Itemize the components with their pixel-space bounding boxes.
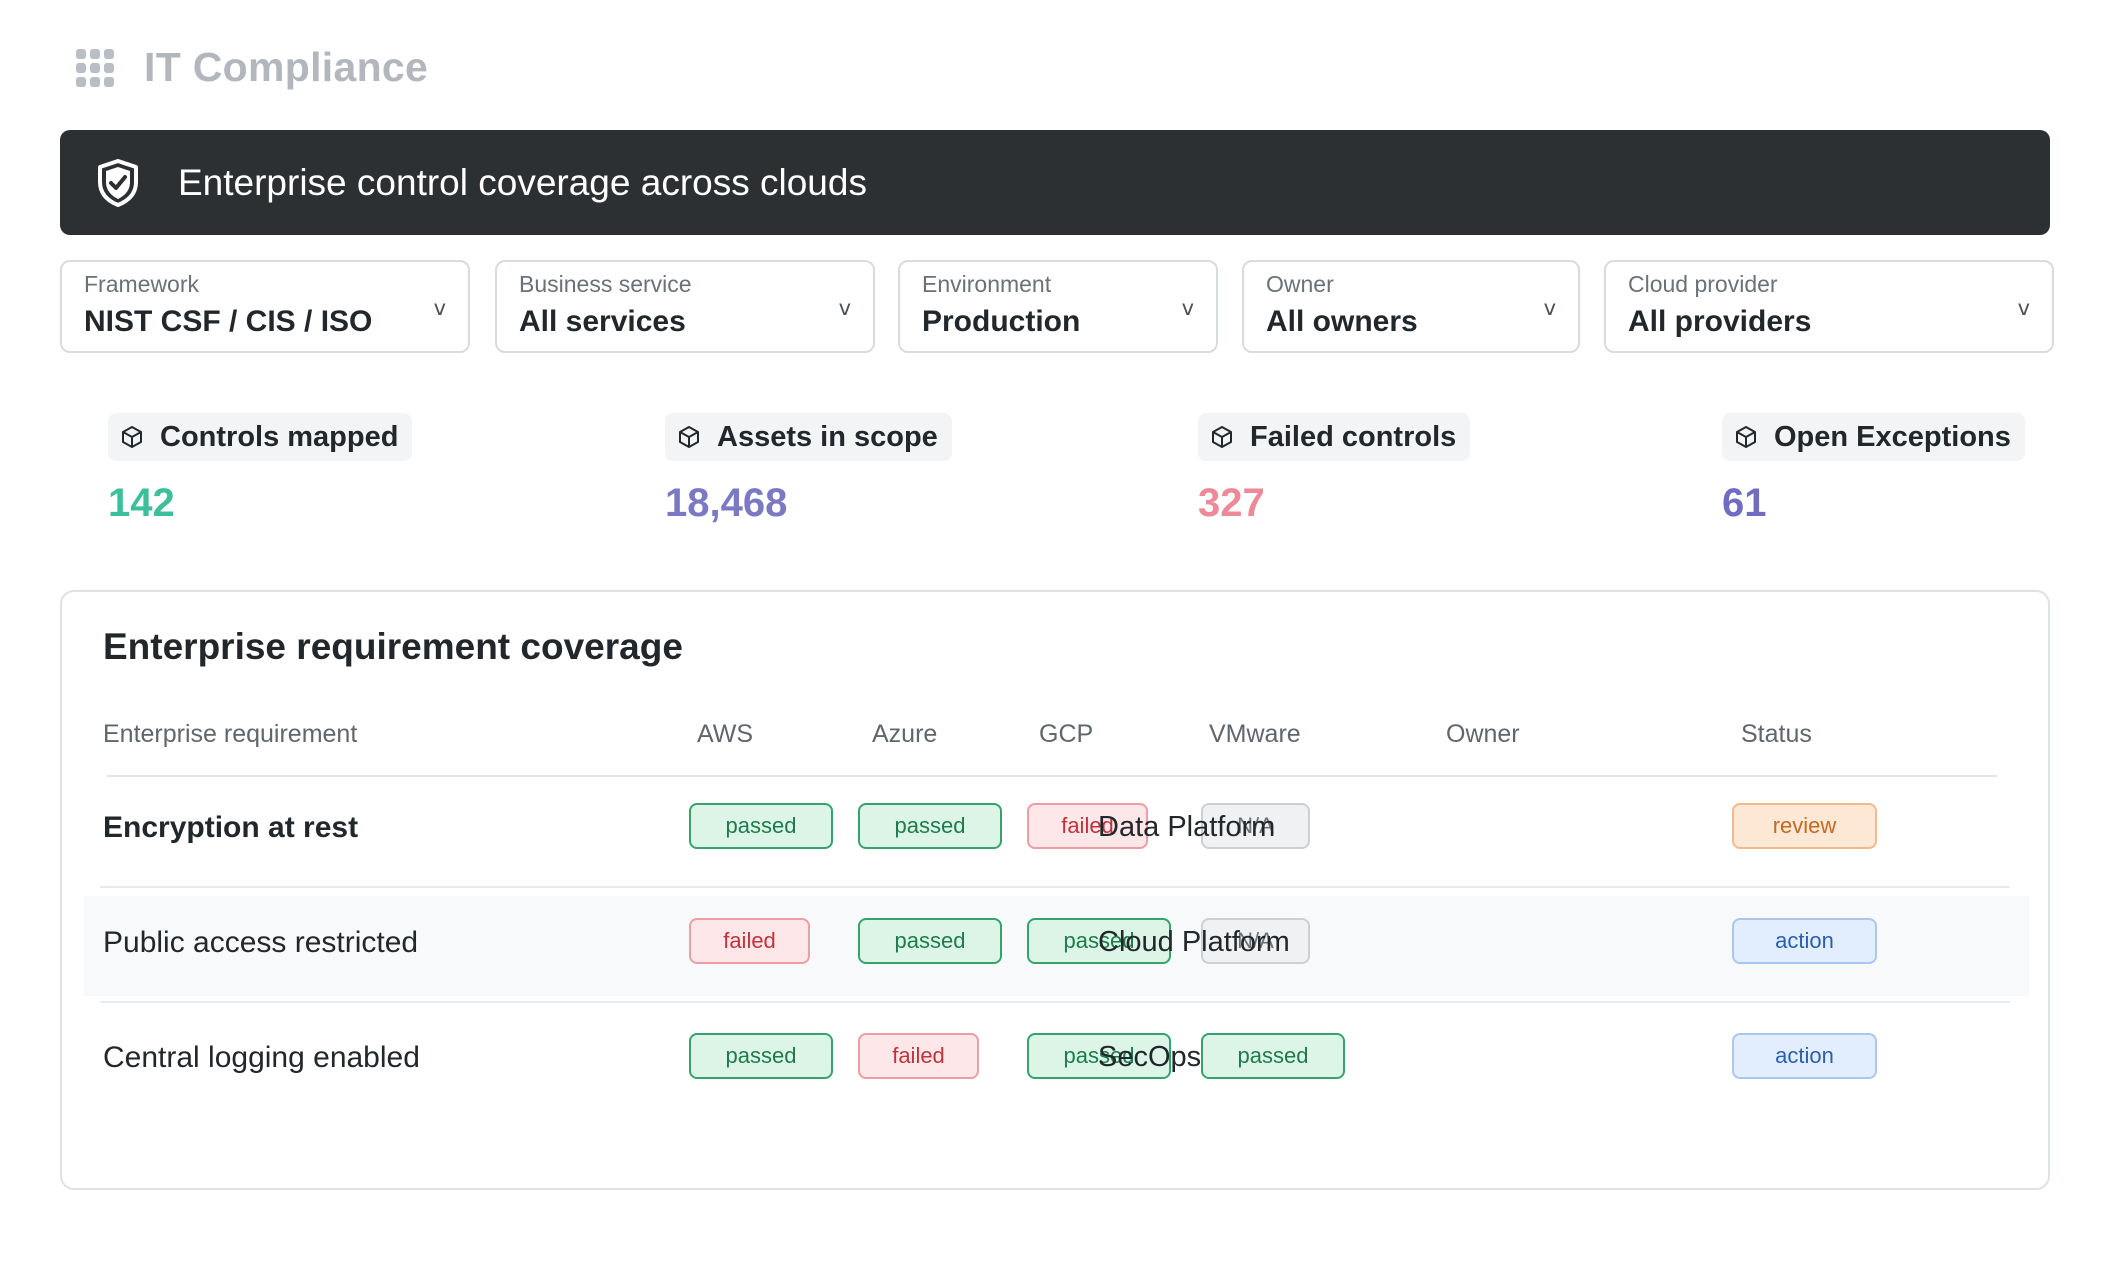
- filter-label: Cloud provider: [1628, 271, 1778, 297]
- requirement-name: Public access restricted: [103, 926, 419, 959]
- filter-label: Environment: [922, 271, 1052, 297]
- column-header-azure: Azure: [872, 720, 938, 748]
- kpi-value: 327: [1198, 481, 1265, 525]
- card-title: Enterprise requirement coverage: [103, 626, 683, 667]
- status-badge[interactable]: action: [1732, 1033, 1877, 1079]
- table-row[interactable]: Public access restricted failed passed p…: [84, 896, 2029, 1003]
- kpi-label-pill: Controls mapped: [108, 413, 413, 461]
- kpi-title: Assets in scope: [717, 420, 938, 453]
- row-divider: [100, 886, 2010, 888]
- page-banner: Enterprise control coverage across cloud…: [60, 130, 2050, 235]
- business-service-filter[interactable]: Business service All services v: [495, 260, 875, 353]
- filter-label: Business service: [519, 271, 692, 297]
- kpi-label-pill: Open Exceptions: [1722, 413, 2025, 461]
- requirement-name: Central logging enabled: [103, 1041, 420, 1074]
- filter-value: All services: [519, 305, 686, 338]
- filter-value: Production: [922, 305, 1081, 338]
- kpi-open-exceptions[interactable]: Open Exceptions 61: [1722, 413, 2025, 526]
- filter-label: Framework: [84, 271, 200, 297]
- filter-label: Owner: [1266, 271, 1334, 297]
- row-divider: [100, 1001, 2010, 1003]
- kpi-title: Failed controls: [1250, 420, 1457, 453]
- app-header: IT Compliance: [76, 44, 428, 91]
- azure-status-badge[interactable]: failed: [858, 1033, 979, 1079]
- owner-name: Data Platform: [1098, 811, 1276, 843]
- vmware-status-badge[interactable]: passed: [1201, 1033, 1345, 1079]
- filter-value: All owners: [1266, 305, 1418, 338]
- kpi-strip: Controls mapped 142 Assets in scope 18,4…: [60, 390, 2050, 545]
- cube-icon: [120, 424, 146, 450]
- column-header-vmware: VMware: [1209, 720, 1301, 748]
- chevron-down-icon: v: [1181, 296, 1194, 320]
- cube-icon: [1210, 424, 1236, 450]
- chevron-down-icon: v: [838, 296, 851, 320]
- app-title: IT Compliance: [144, 44, 429, 90]
- shield-check-icon: [92, 157, 144, 209]
- page-title: Enterprise control coverage across cloud…: [178, 161, 867, 203]
- cloud-provider-filter[interactable]: Cloud provider All providers v: [1604, 260, 2054, 353]
- column-header-gcp: GCP: [1039, 720, 1094, 748]
- kpi-value: 142: [108, 481, 175, 525]
- column-header-requirement: Enterprise requirement: [103, 720, 358, 748]
- azure-status-badge[interactable]: passed: [858, 803, 1002, 849]
- cube-icon: [677, 424, 703, 450]
- apps-grid-icon[interactable]: [76, 48, 114, 87]
- column-header-status: Status: [1741, 720, 1812, 748]
- aws-status-badge[interactable]: passed: [689, 1033, 833, 1079]
- azure-status-badge[interactable]: passed: [858, 918, 1002, 964]
- kpi-title: Open Exceptions: [1774, 420, 2011, 453]
- header-divider: [107, 775, 1997, 777]
- kpi-value: 18,468: [665, 481, 788, 525]
- owner-name: SecOps: [1098, 1041, 1202, 1073]
- environment-filter[interactable]: Environment Production v: [898, 260, 1218, 353]
- kpi-controls-mapped[interactable]: Controls mapped 142: [108, 413, 413, 526]
- kpi-value: 61: [1722, 481, 1767, 525]
- filter-value: NIST CSF / CIS / ISO: [84, 305, 373, 338]
- table-row[interactable]: Encryption at rest passed passed failed …: [84, 781, 2029, 888]
- owner-filter[interactable]: Owner All owners v: [1242, 260, 1580, 353]
- framework-filter[interactable]: Framework NIST CSF / CIS / ISO v: [60, 260, 470, 353]
- requirement-coverage-card: Enterprise requirement coverage Enterpri…: [60, 590, 2050, 1190]
- chevron-down-icon: v: [1543, 296, 1556, 320]
- kpi-title: Controls mapped: [160, 420, 399, 453]
- requirement-name: Encryption at rest: [103, 811, 359, 844]
- status-badge[interactable]: review: [1732, 803, 1877, 849]
- chevron-down-icon: v: [2017, 296, 2030, 320]
- table-row[interactable]: Central logging enabled passed failed pa…: [84, 1011, 2029, 1111]
- kpi-failed-controls[interactable]: Failed controls 327: [1198, 413, 1471, 526]
- aws-status-badge[interactable]: failed: [689, 918, 810, 964]
- filter-value: All providers: [1628, 305, 1812, 338]
- kpi-label-pill: Assets in scope: [665, 413, 952, 461]
- owner-name: Cloud Platform: [1098, 926, 1290, 958]
- cube-icon: [1734, 424, 1760, 450]
- aws-status-badge[interactable]: passed: [689, 803, 833, 849]
- kpi-label-pill: Failed controls: [1198, 413, 1471, 461]
- column-header-aws: AWS: [697, 720, 754, 748]
- column-header-owner: Owner: [1446, 720, 1520, 748]
- status-badge[interactable]: action: [1732, 918, 1877, 964]
- kpi-assets-in-scope[interactable]: Assets in scope 18,468: [665, 413, 952, 526]
- chevron-down-icon: v: [433, 296, 446, 320]
